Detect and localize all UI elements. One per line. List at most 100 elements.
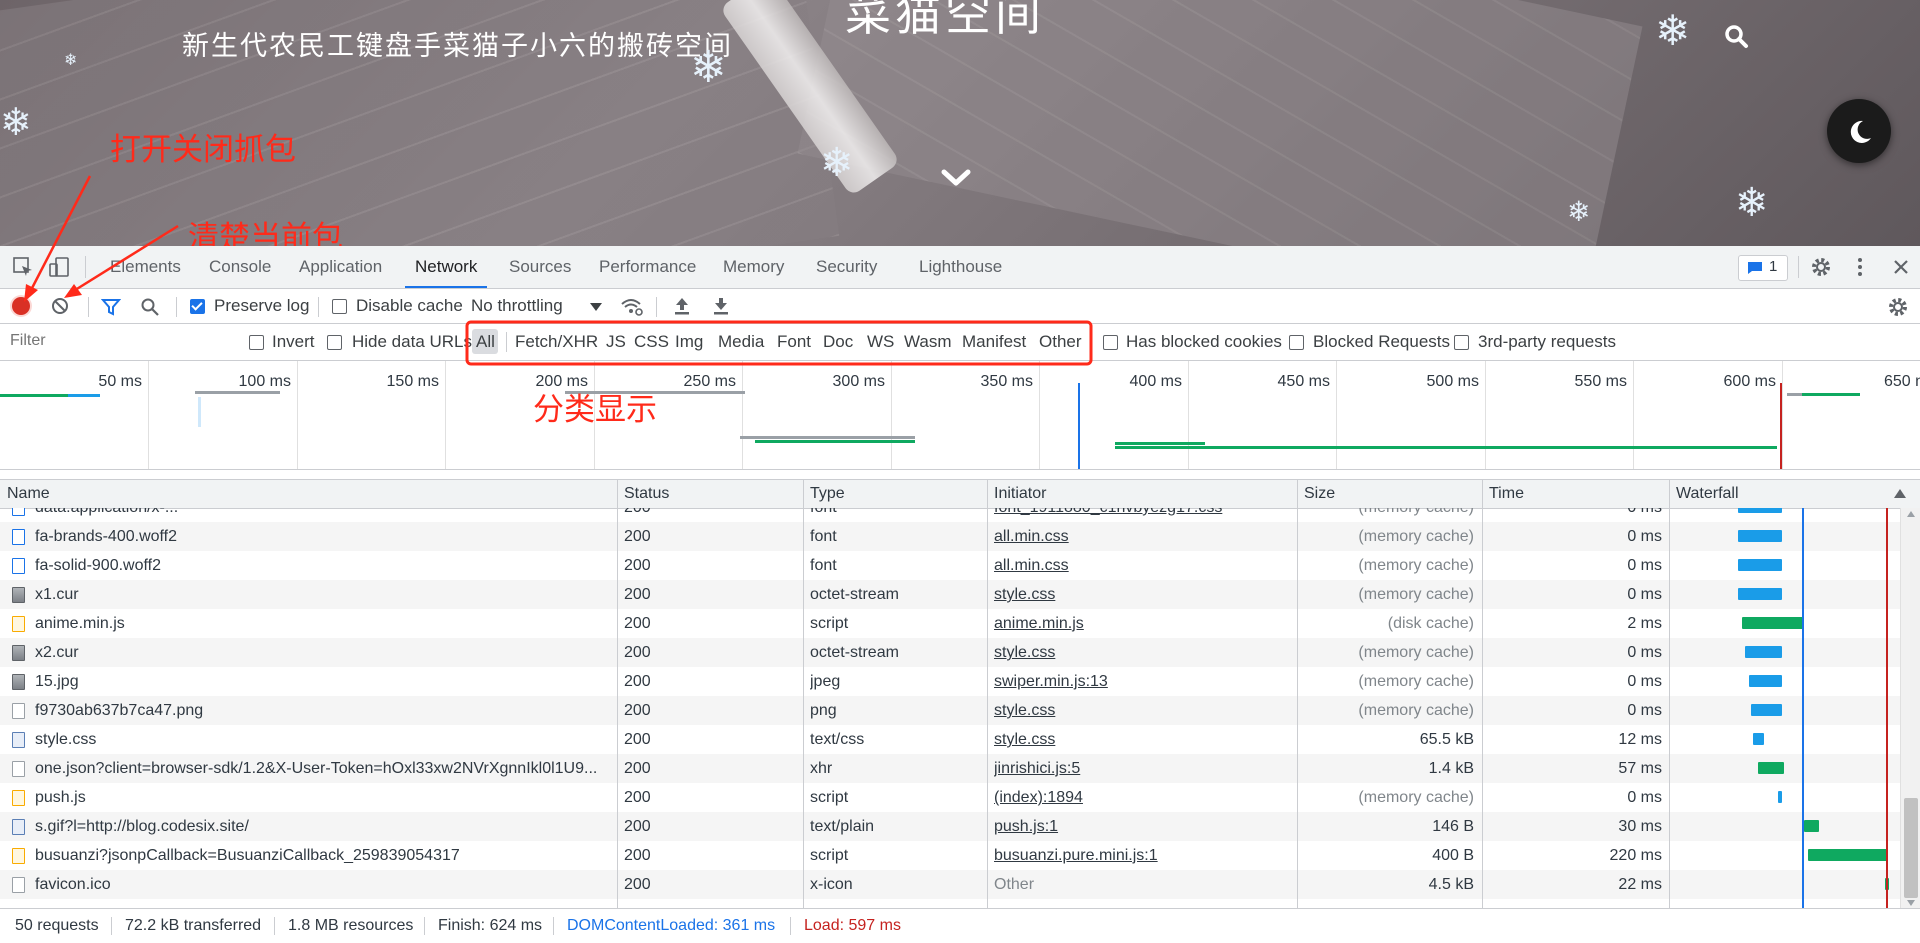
request-row[interactable]: f9730ab637b7ca47.png 200 png style.css (memo… <box>0 696 1900 725</box>
request-row[interactable]: style.css 200 text/css style.css 65.5 kB 12 m… <box>0 725 1900 754</box>
device-toolbar-icon[interactable] <box>48 256 70 278</box>
filter-type-css[interactable]: CSS <box>634 332 669 352</box>
network-conditions-icon[interactable] <box>620 296 644 318</box>
invert-checkbox[interactable] <box>249 335 264 350</box>
request-size: (memory cache) <box>1304 508 1474 522</box>
throttling-select[interactable]: No throttling <box>471 296 563 316</box>
filter-type-js[interactable]: JS <box>606 332 626 352</box>
column-header-status[interactable]: Status <box>624 480 669 508</box>
disable-cache-checkbox[interactable] <box>332 299 347 314</box>
column-separator[interactable] <box>1482 479 1483 908</box>
hide-data-urls-checkbox[interactable] <box>327 335 342 350</box>
request-type: script <box>810 847 849 864</box>
record-button[interactable] <box>12 297 30 315</box>
network-overview-timeline[interactable]: 50 ms 100 ms 150 ms 200 ms 250 ms 300 ms 350 m… <box>0 361 1920 470</box>
chevron-down-icon[interactable] <box>940 166 972 190</box>
request-row[interactable]: 15.jpg 200 jpeg swiper.min.js:13 (memory cac… <box>0 667 1900 696</box>
chevron-down-icon[interactable] <box>590 303 602 311</box>
filter-type-img[interactable]: Img <box>675 332 703 352</box>
column-header-time[interactable]: Time <box>1489 480 1524 508</box>
has-blocked-cookies-checkbox[interactable] <box>1103 335 1118 350</box>
request-row[interactable]: favicon.ico 200 x-icon Other 4.5 kB 22 ms <box>0 870 1900 899</box>
request-initiator[interactable]: font_1911880_c1nvbyezg17.css <box>994 508 1289 522</box>
tab-lighthouse[interactable]: Lighthouse <box>919 246 1002 288</box>
tab-performance[interactable]: Performance <box>599 246 696 288</box>
file-font-icon <box>12 558 25 574</box>
filter-input[interactable] <box>4 329 240 353</box>
issues-badge[interactable]: 1 <box>1738 255 1788 281</box>
tab-elements[interactable]: Elements <box>110 246 181 288</box>
import-har-icon[interactable] <box>673 296 691 316</box>
filter-type-all[interactable]: All <box>476 332 495 352</box>
column-separator[interactable] <box>803 479 804 908</box>
network-settings-icon[interactable] <box>1887 296 1909 318</box>
request-initiator[interactable]: style.css <box>994 725 1289 754</box>
request-row[interactable]: busuanzi?jsonpCallback=BusuanziCallback_… <box>0 841 1900 870</box>
search-icon[interactable] <box>140 297 160 317</box>
inspect-element-icon[interactable] <box>12 256 32 276</box>
blocked-requests-checkbox[interactable] <box>1289 335 1304 350</box>
request-initiator[interactable]: style.css <box>994 580 1289 609</box>
tab-console[interactable]: Console <box>209 246 271 288</box>
request-row[interactable]: x1.cur 200 octet-stream style.css (memory ca… <box>0 580 1900 609</box>
scroll-down-arrow[interactable] <box>1907 900 1915 906</box>
column-header-size[interactable]: Size <box>1304 480 1335 508</box>
filter-icon[interactable] <box>100 297 122 317</box>
request-initiator[interactable]: style.css <box>994 638 1289 667</box>
preserve-log-checkbox[interactable] <box>190 299 205 314</box>
table-scrollbar[interactable] <box>1900 508 1920 908</box>
request-initiator[interactable]: all.min.css <box>994 551 1289 580</box>
request-initiator[interactable]: jinrishici.js:5 <box>994 754 1289 783</box>
sort-up-icon[interactable] <box>1894 489 1906 498</box>
filter-type-ws[interactable]: WS <box>867 332 894 352</box>
export-har-icon[interactable] <box>712 296 730 316</box>
filter-type-wasm[interactable]: Wasm <box>904 332 952 352</box>
column-separator[interactable] <box>1669 479 1670 908</box>
clear-icon[interactable] <box>51 297 69 315</box>
column-separator[interactable] <box>1297 479 1298 908</box>
request-initiator[interactable]: anime.min.js <box>994 609 1289 638</box>
request-time: 0 ms <box>1627 702 1662 719</box>
request-row[interactable]: x2.cur 200 octet-stream style.css (memory ca… <box>0 638 1900 667</box>
request-initiator[interactable]: all.min.css <box>994 522 1289 551</box>
column-header-waterfall[interactable]: Waterfall <box>1676 480 1739 508</box>
filter-type-media[interactable]: Media <box>718 332 764 352</box>
request-row[interactable]: fa-solid-900.woff2 200 font all.min.css (mem… <box>0 551 1900 580</box>
column-header-name[interactable]: Name <box>7 480 50 508</box>
close-icon[interactable] <box>1890 256 1912 278</box>
dark-mode-toggle-button[interactable] <box>1827 99 1891 163</box>
request-initiator[interactable]: push.js:1 <box>994 812 1289 841</box>
request-row[interactable]: one.json?client=browser-sdk/1.2&X-User-T… <box>0 754 1900 783</box>
request-status: 200 <box>624 673 651 690</box>
request-initiator[interactable]: busuanzi.pure.mini.js:1 <box>994 841 1289 870</box>
tab-network[interactable]: Network <box>404 246 488 288</box>
tab-security[interactable]: Security <box>816 246 877 288</box>
tab-memory[interactable]: Memory <box>723 246 784 288</box>
tab-sources[interactable]: Sources <box>509 246 571 288</box>
gear-icon[interactable] <box>1810 256 1832 278</box>
third-party-checkbox[interactable] <box>1454 335 1469 350</box>
request-initiator[interactable]: (index):1894 <box>994 783 1289 812</box>
tab-application[interactable]: Application <box>299 246 382 288</box>
request-initiator[interactable]: swiper.min.js:13 <box>994 667 1289 696</box>
search-icon[interactable] <box>1722 22 1752 52</box>
request-row[interactable]: s.gif?l=http://blog.codesix.site/200 text… <box>0 812 1900 841</box>
request-row[interactable]: anime.min.js 200 script anime.min.js (disk c… <box>0 609 1900 638</box>
column-header-type[interactable]: Type <box>810 480 845 508</box>
column-separator[interactable] <box>617 479 618 908</box>
column-header-initiator[interactable]: Initiator <box>994 480 1046 508</box>
filter-type-manifest[interactable]: Manifest <box>962 332 1026 352</box>
status-separator <box>790 917 791 935</box>
column-separator[interactable] <box>987 479 988 908</box>
scrollbar-thumb[interactable] <box>1904 798 1918 898</box>
request-initiator[interactable]: style.css <box>994 696 1289 725</box>
filter-type-font[interactable]: Font <box>777 332 811 352</box>
request-row[interactable]: data:application/x-... 200 font font_191188… <box>0 508 1900 522</box>
request-row[interactable]: push.js 200 script (index):1894 (memory cach… <box>0 783 1900 812</box>
request-row[interactable]: fa-brands-400.woff2 200 font all.min.css (me… <box>0 522 1900 551</box>
scroll-up-arrow[interactable] <box>1907 511 1915 517</box>
filter-type-fetch-xhr[interactable]: Fetch/XHR <box>515 332 598 352</box>
more-options-icon[interactable] <box>1850 256 1870 278</box>
filter-type-doc[interactable]: Doc <box>823 332 853 352</box>
filter-type-other[interactable]: Other <box>1039 332 1082 352</box>
